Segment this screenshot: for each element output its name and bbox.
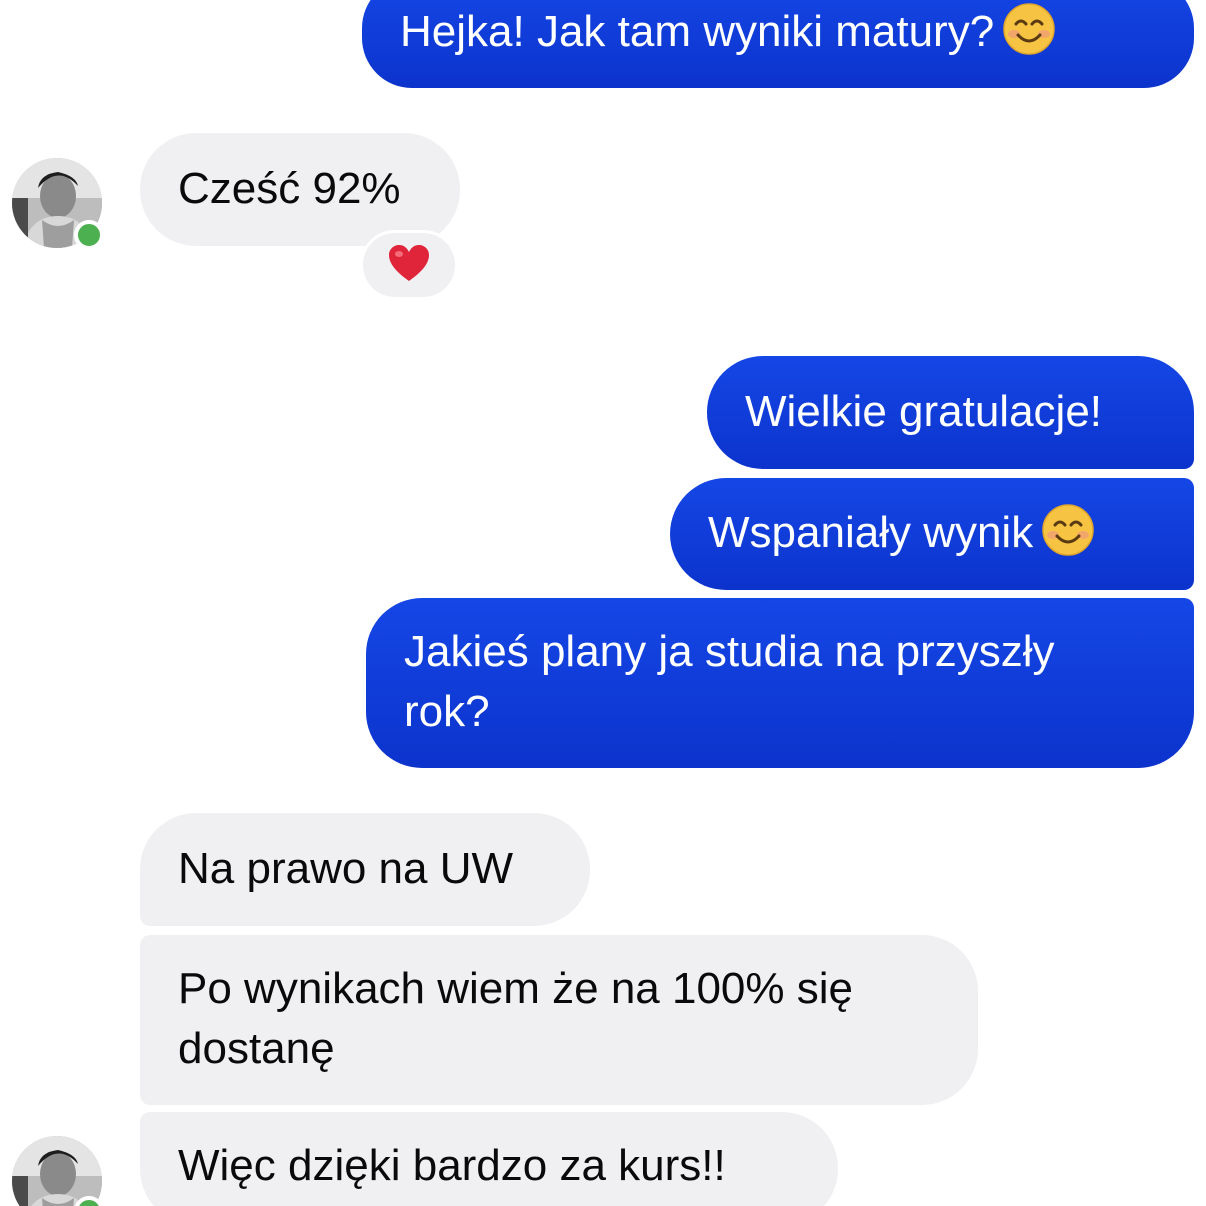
smiling-face-icon <box>1002 2 1056 56</box>
outgoing-message-bubble[interactable]: Hejka! Jak tam wyniki matury? <box>362 0 1194 88</box>
message-text: Więc dzięki bardzo za kurs!! <box>178 1141 726 1190</box>
message-text: Hejka! Jak tam wyniki matury? <box>400 7 995 56</box>
chat-thread: Hejka! Jak tam wyniki matury? Cześć 92% … <box>0 0 1206 1206</box>
outgoing-message-bubble[interactable]: Wspaniały wynik <box>670 478 1194 590</box>
message-text-line: Jakieś plany ja studia na przyszły <box>404 627 1055 676</box>
incoming-message-bubble[interactable]: Więc dzięki bardzo za kurs!! <box>140 1112 838 1206</box>
incoming-message-bubble[interactable]: Na prawo na UW <box>140 813 590 926</box>
message-text: Wspaniały wynik <box>708 508 1034 557</box>
message-text: Na prawo na UW <box>178 844 514 893</box>
outgoing-message-bubble[interactable]: Wielkie gratulacje! <box>707 356 1194 469</box>
message-text: Wielkie gratulacje! <box>745 387 1103 436</box>
outgoing-message-bubble[interactable]: Jakieś plany ja studia na przyszły rok? <box>366 598 1194 768</box>
smiling-face-icon <box>1041 503 1095 557</box>
message-text-line: rok? <box>404 687 490 736</box>
message-text-line: dostanę <box>178 1024 335 1073</box>
message-reaction[interactable] <box>360 230 458 300</box>
message-text: Cześć 92% <box>178 164 401 213</box>
incoming-message-bubble[interactable]: Po wynikach wiem że na 100% się dostanę <box>140 935 978 1105</box>
online-status-dot <box>74 220 104 250</box>
red-heart-icon <box>387 243 431 288</box>
message-text-line: Po wynikach wiem że na 100% się <box>178 964 853 1013</box>
